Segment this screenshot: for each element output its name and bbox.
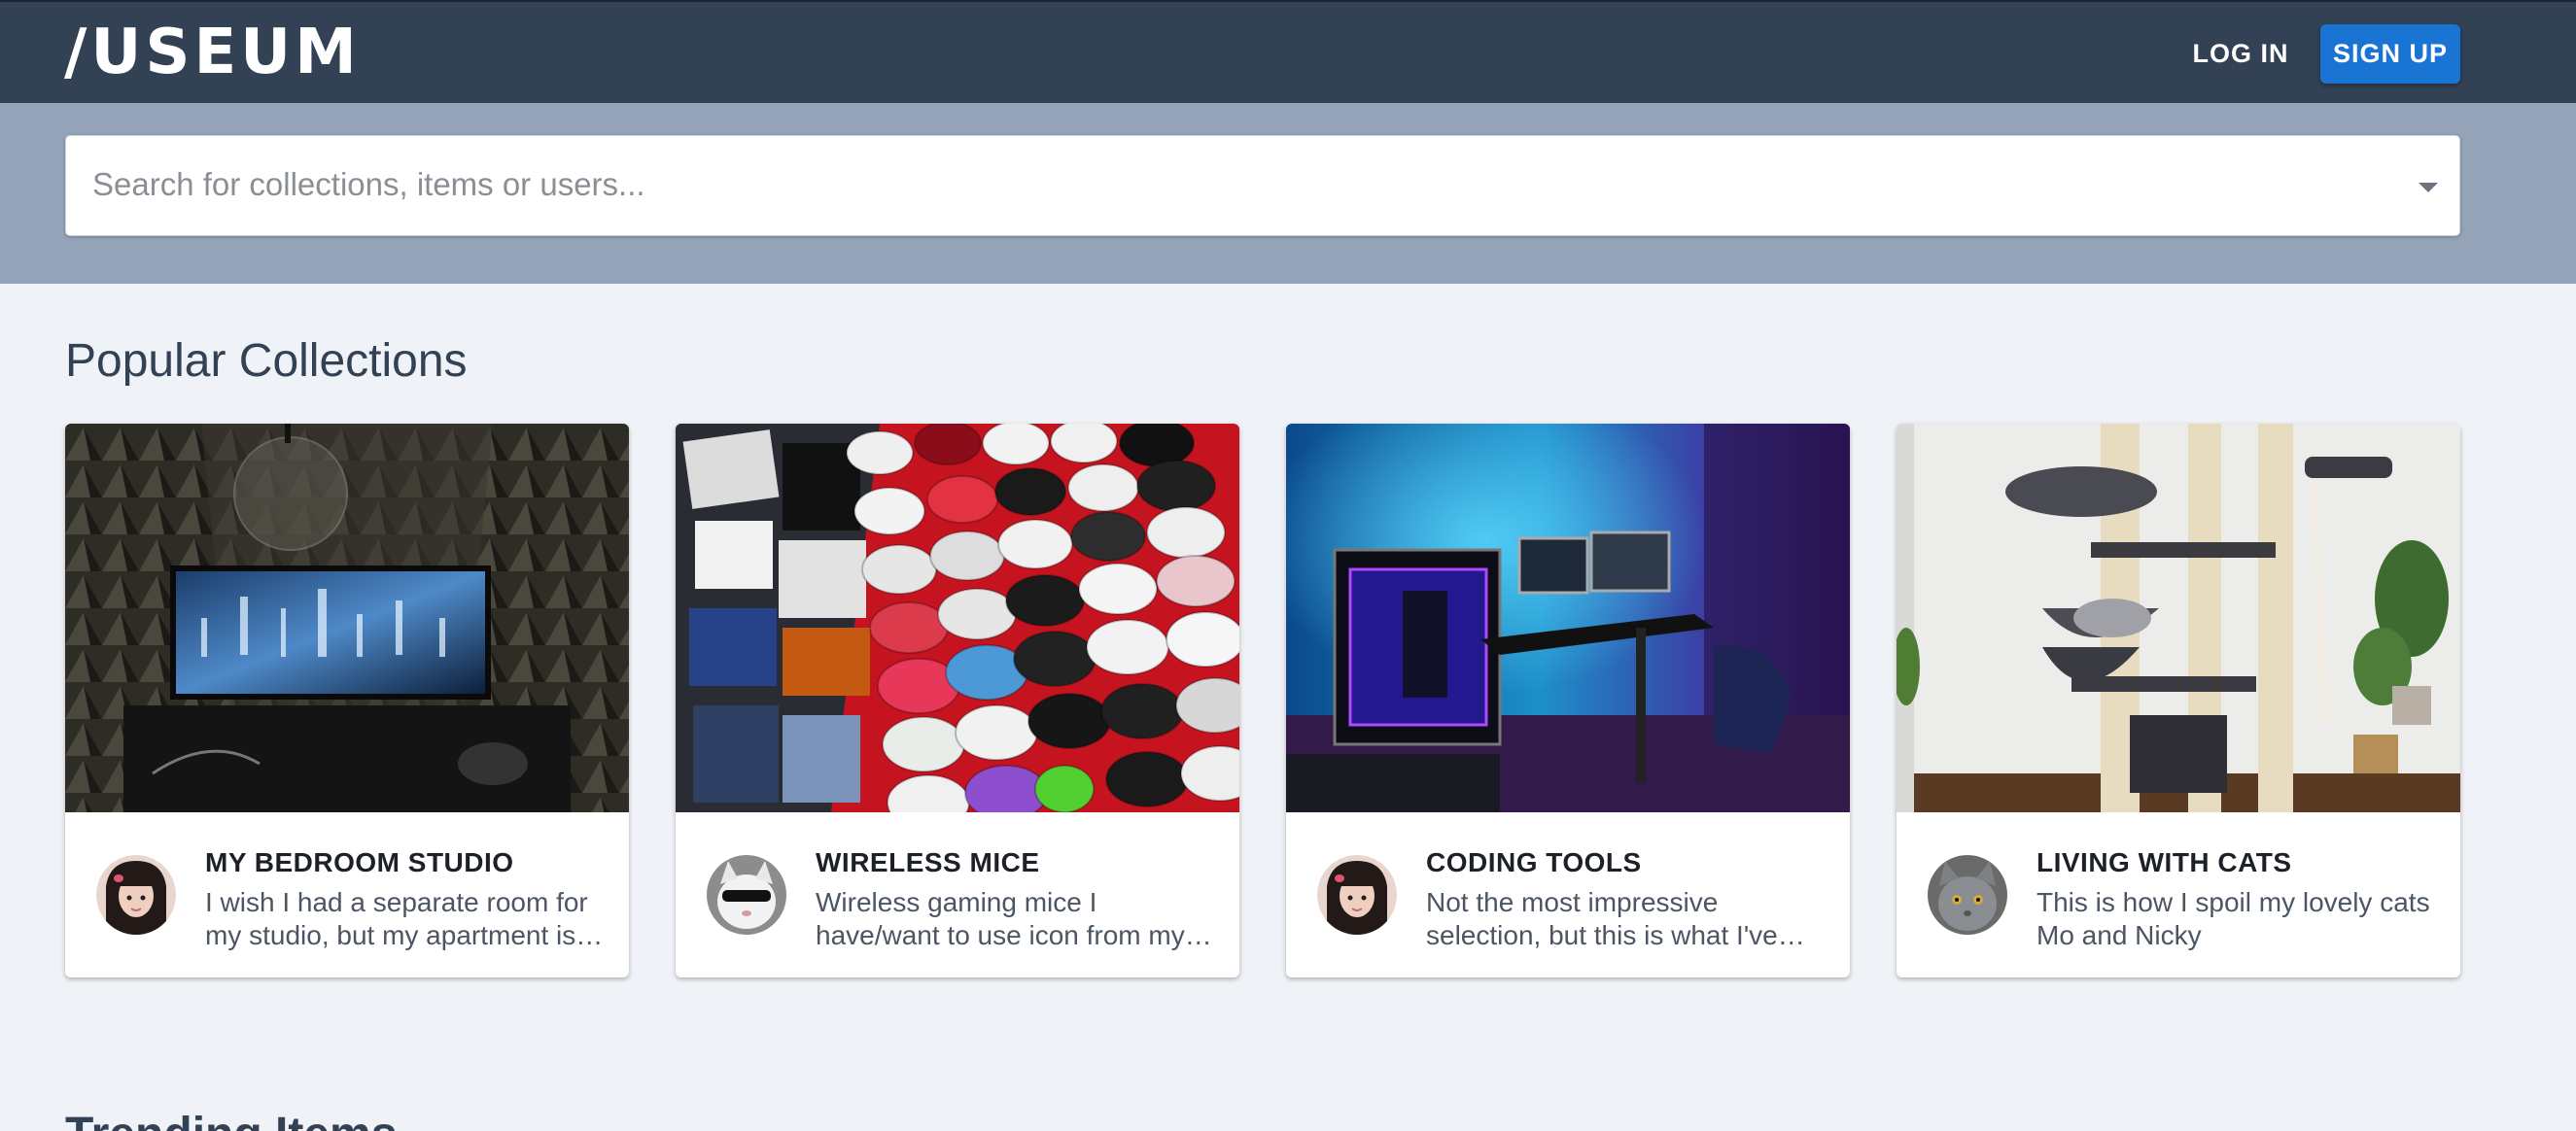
popular-collections-heading: Popular Collections (65, 335, 468, 387)
collection-image-mice (676, 424, 1239, 812)
avatar[interactable] (1928, 855, 2007, 935)
collection-card-bedroom-studio[interactable]: MY BEDROOM STUDIO I wish I had a separat… (65, 424, 629, 977)
login-button[interactable]: LOG IN (2177, 25, 2304, 82)
collection-title: LIVING WITH CATS (2036, 847, 2292, 877)
caret-down-icon[interactable] (2409, 175, 2448, 198)
collection-image-studio (65, 424, 629, 812)
avatar[interactable] (1317, 855, 1397, 935)
search-banner (0, 103, 2576, 284)
search-bar (65, 135, 2460, 236)
avatar[interactable] (707, 855, 786, 935)
collection-card-wireless-mice[interactable]: WIRELESS MICE Wireless gaming mice I hav… (676, 424, 1239, 977)
avatar[interactable] (96, 855, 176, 935)
signup-button[interactable]: SIGN UP (2320, 24, 2460, 84)
collection-image-coding (1286, 424, 1850, 812)
collection-card-coding-tools[interactable]: CODING TOOLS Not the most impressive sel… (1286, 424, 1850, 977)
collection-card-living-with-cats[interactable]: LIVING WITH CATS This is how I spoil my … (1897, 424, 2460, 977)
collection-description: Wireless gaming mice I have/want to use … (816, 887, 1185, 950)
trending-items-heading: Trending Items (65, 1106, 397, 1131)
collection-title: WIRELESS MICE (816, 847, 1040, 877)
collection-image-cats (1897, 424, 2460, 812)
collection-title: MY BEDROOM STUDIO (205, 847, 514, 877)
collection-description: I wish I had a separate room for my stud… (205, 887, 588, 950)
top-navbar: /USEUM LOG IN SIGN UP (0, 0, 2576, 103)
collection-description: This is how I spoil my lovely cats Mo an… (2036, 887, 2430, 950)
collection-description: Not the most impressive selection, but t… (1426, 887, 1778, 950)
search-input[interactable] (92, 136, 2357, 233)
collection-title: CODING TOOLS (1426, 847, 1642, 877)
site-logo[interactable]: /USEUM (64, 21, 361, 84)
